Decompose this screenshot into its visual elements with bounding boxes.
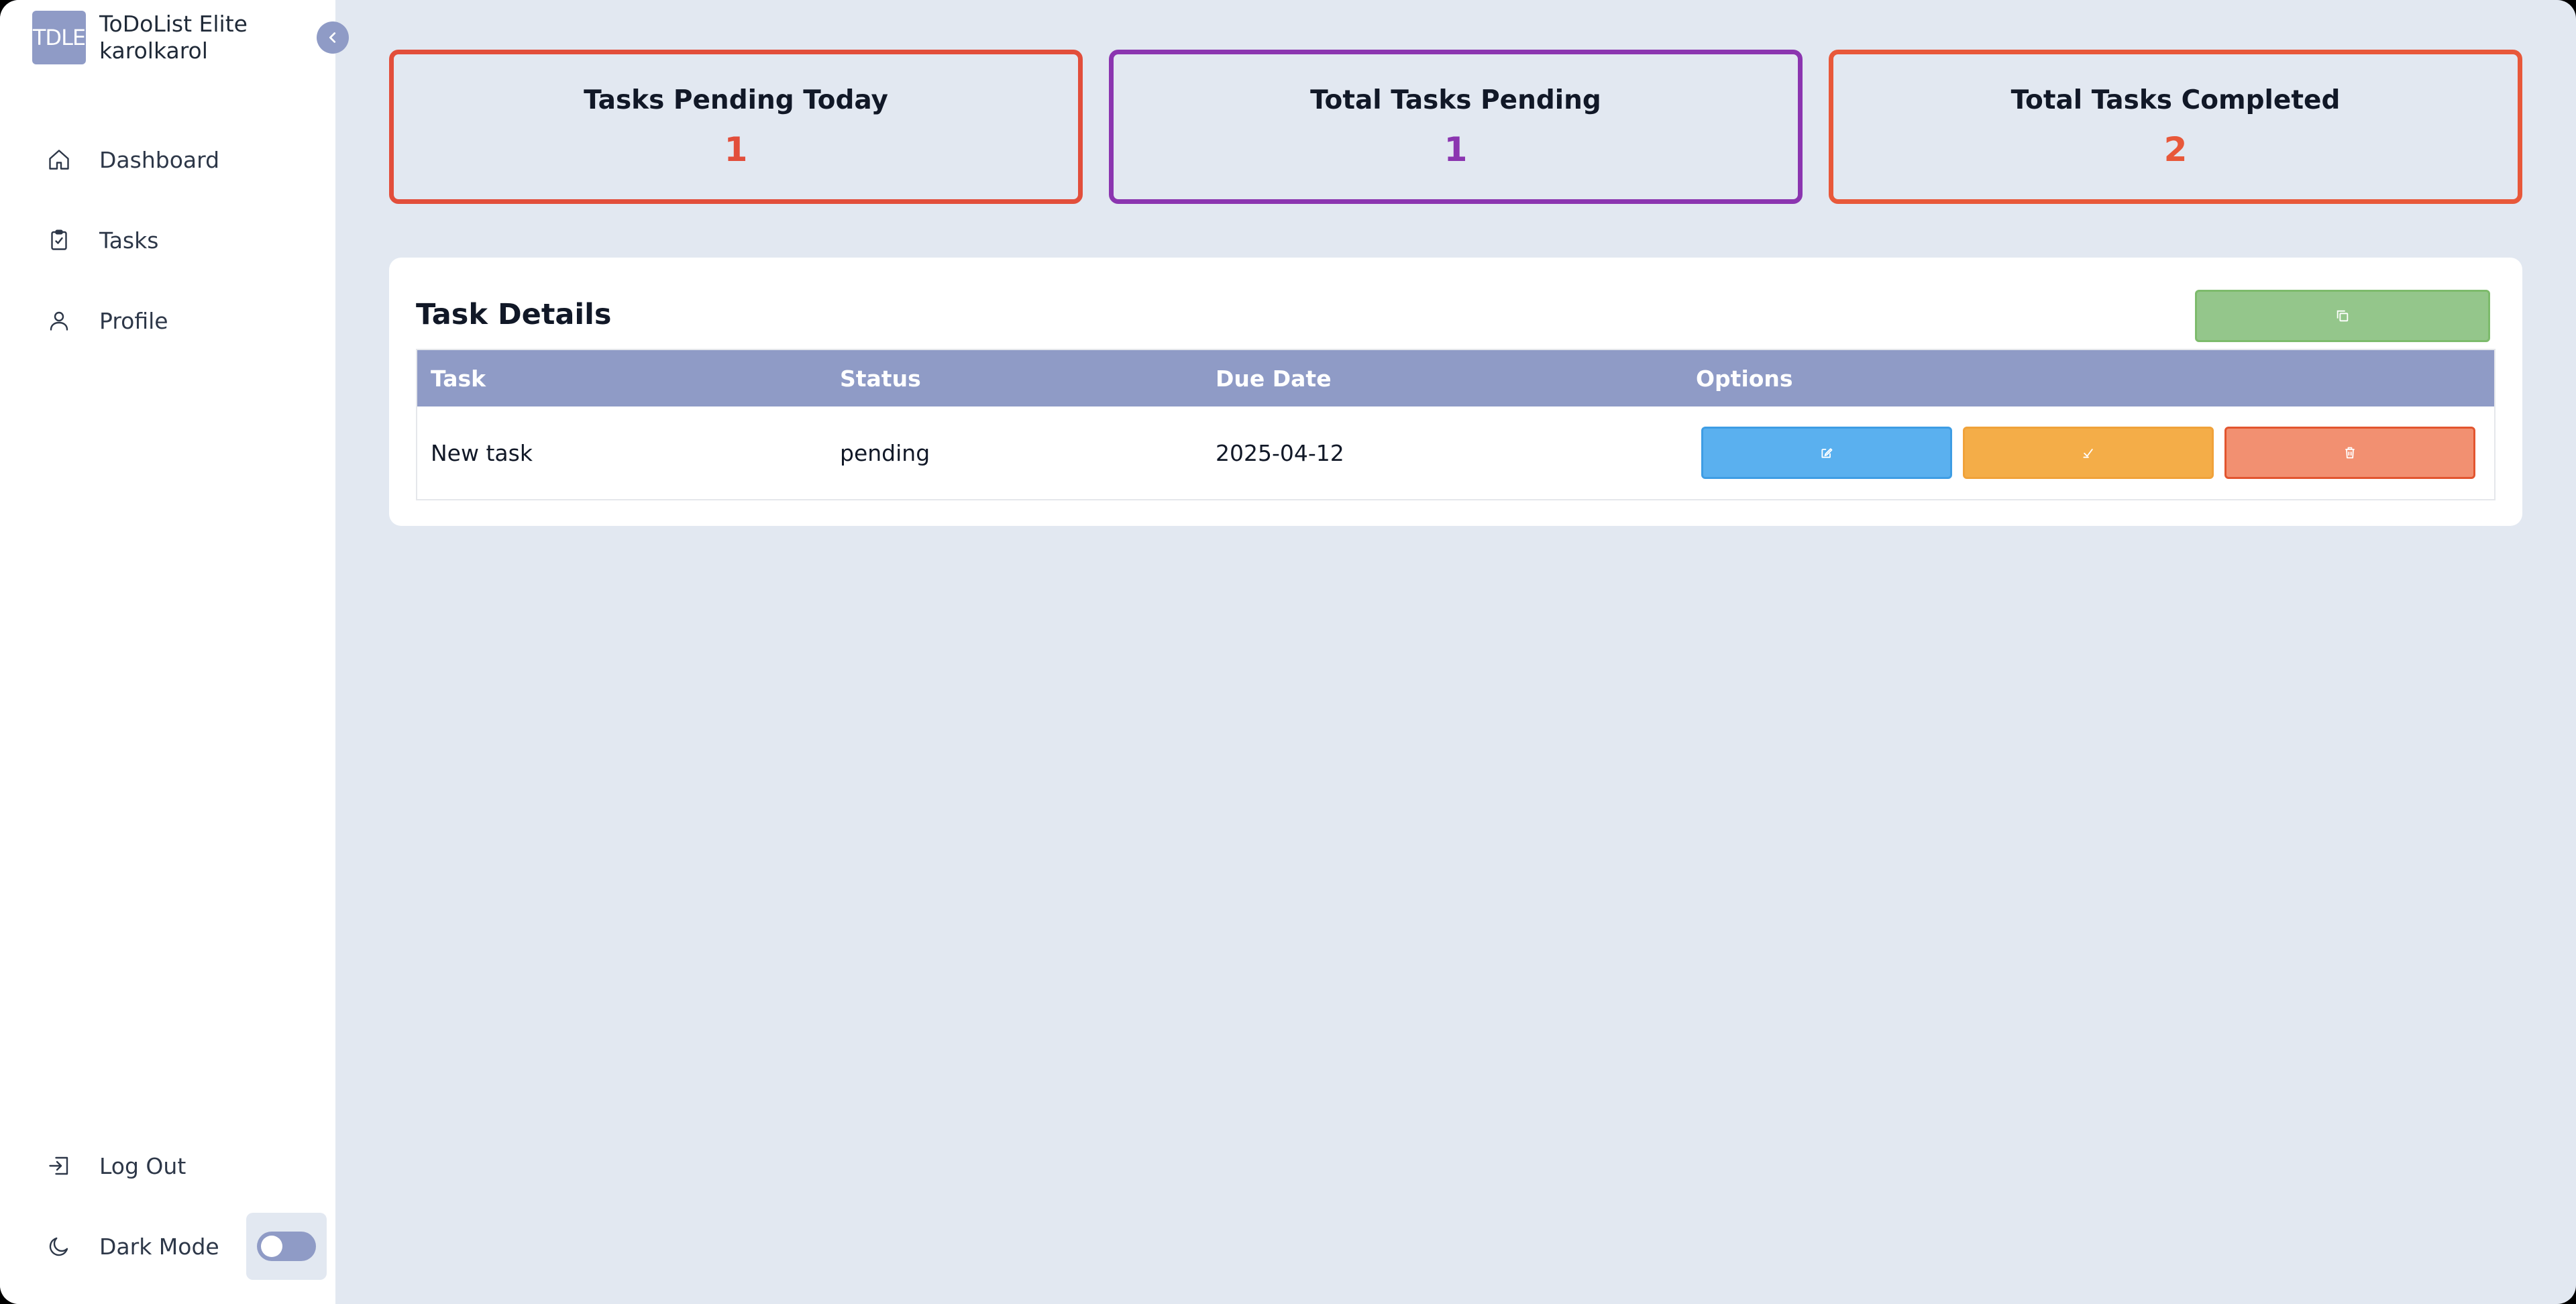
sidebar-nav: Dashboard Tasks Profile [0,119,335,361]
edit-task-button[interactable] [1701,427,1952,479]
stat-title: Tasks Pending Today [584,85,888,115]
logout-label: Log Out [99,1152,186,1179]
copy-icon [2337,310,2349,322]
stat-card-total-pending: Total Tasks Pending 1 [1109,50,1803,204]
sidebar-item-profile[interactable]: Profile [0,280,335,361]
logout-item[interactable]: Log Out [0,1126,335,1206]
task-name: New task [431,439,533,466]
panel-title: Task Details [416,298,612,331]
sidebar-item-label: Dashboard [99,146,220,173]
brand: TDLE ToDoList Elite karolkarol [32,11,248,64]
complete-task-button[interactable] [1963,427,2214,479]
task-due-date: 2025-04-12 [1216,439,1344,466]
check-icon [2083,449,2093,458]
trash-icon [2345,447,2355,459]
stat-value: 1 [1444,130,1468,169]
toggle-track [256,1232,316,1261]
task-status: pending [840,439,930,466]
sidebar-item-label: Tasks [99,227,159,254]
column-header-options: Options [1696,365,1793,392]
column-header-status: Status [840,365,921,392]
main-content: Tasks Pending Today 1 Total Tasks Pendin… [335,0,2576,1304]
sidebar: TDLE ToDoList Elite karolkarol Dashboard [0,0,349,1304]
task-details-panel: Task Details Task Status Due Date Option… [389,258,2522,526]
username: karolkarol [99,38,208,64]
dark-mode-label: Dark Mode [99,1233,219,1260]
stat-title: Total Tasks Completed [2010,85,2341,115]
stat-card-total-completed: Total Tasks Completed 2 [1829,50,2522,204]
app-title: ToDoList Elite [99,11,248,37]
table-row: New task pending 2025-04-12 [417,406,2494,499]
sidebar-item-tasks[interactable]: Tasks [0,200,335,280]
stat-value: 1 [724,130,748,169]
app-logo: TDLE [32,11,86,64]
brand-text: ToDoList Elite karolkarol [99,11,248,64]
sidebar-item-label: Profile [99,307,168,334]
dark-mode-item: Dark Mode [0,1206,335,1287]
table-header: Task Status Due Date Options [417,350,2494,406]
column-header-task: Task [431,365,486,392]
logout-icon [46,1152,72,1179]
dark-mode-toggle[interactable] [246,1213,327,1280]
stat-value: 2 [2163,130,2188,169]
moon-icon [46,1233,72,1260]
toggle-knob [260,1236,282,1257]
add-task-button[interactable] [2195,290,2490,342]
edit-icon [1821,448,1833,458]
app-window: TDLE ToDoList Elite karolkarol Dashboard [0,0,2576,1304]
stat-card-pending-today: Tasks Pending Today 1 [389,50,1083,204]
clipboard-check-icon [46,227,72,254]
home-icon [46,146,72,173]
stat-title: Total Tasks Pending [1310,85,1601,115]
user-icon [46,307,72,334]
sidebar-bottom: Log Out Dark Mode [0,1126,335,1287]
column-header-due-date: Due Date [1216,365,1332,392]
task-table: Task Status Due Date Options New task pe… [416,349,2496,500]
sidebar-item-dashboard[interactable]: Dashboard [0,119,335,200]
delete-task-button[interactable] [2224,427,2475,479]
